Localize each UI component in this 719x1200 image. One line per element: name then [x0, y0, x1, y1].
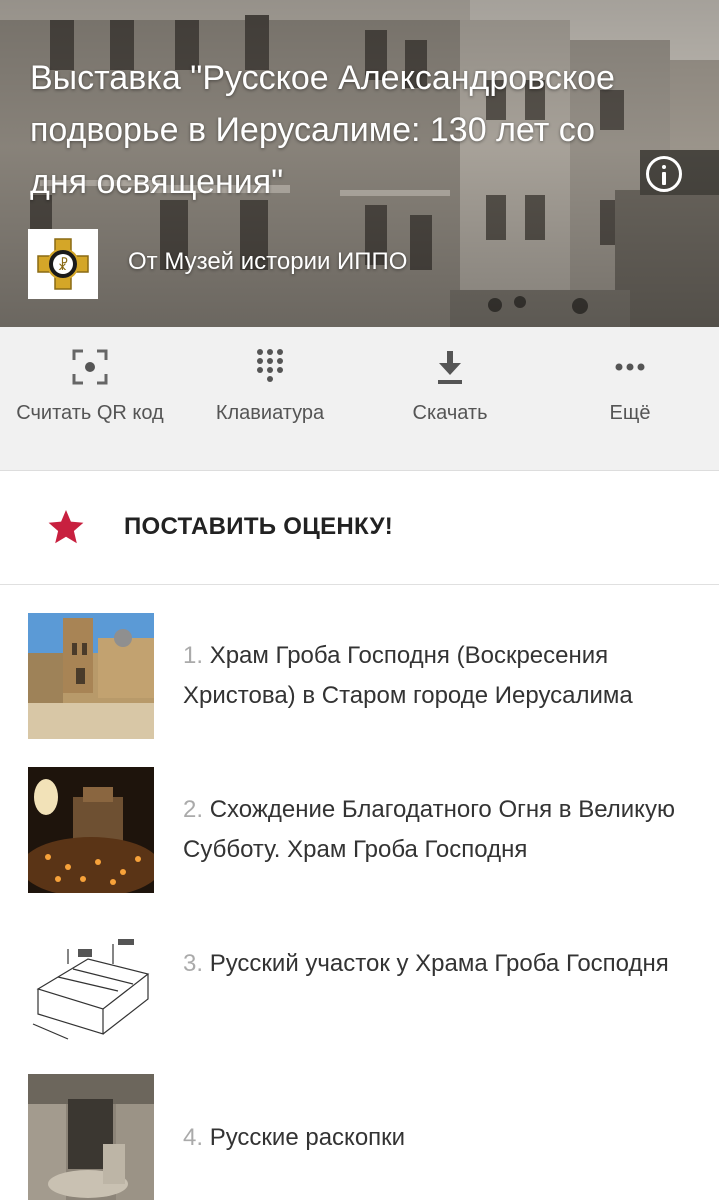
exhibit-item-4[interactable]: 4. Русские раскопки — [0, 1062, 719, 1200]
qr-scan-icon — [72, 349, 108, 385]
scan-qr-label: Считать QR код — [16, 402, 164, 424]
more-button[interactable]: Ещё — [540, 327, 719, 471]
rate-button[interactable]: ПОСТАВИТЬ ОЦЕНКУ! — [0, 471, 719, 584]
keypad-icon — [257, 349, 283, 382]
svg-text:☧: ☧ — [58, 257, 69, 274]
divider — [0, 584, 719, 585]
star-icon — [48, 510, 84, 544]
exhibit-item-1[interactable]: 1. Храм Гроба Господня (Воскресения Хрис… — [0, 600, 719, 750]
exhibit-title-2: 2. Схождение Благодатного Огня в Великую… — [183, 796, 675, 863]
more-dots-icon — [615, 363, 645, 371]
exhibit-thumbnail-1 — [28, 613, 154, 739]
download-label: Скачать — [412, 402, 488, 424]
ippo-emblem-icon: ☧ — [28, 229, 98, 299]
info-icon[interactable] — [646, 156, 682, 192]
exhibit-title-4: 4. Русские раскопки — [183, 1124, 406, 1151]
museum-author[interactable]: От Музей истории ИППО — [128, 248, 407, 276]
exhibit-thumbnail-4 — [28, 1074, 154, 1200]
exhibition-title: Выставка "Русское Александровское подвор… — [30, 59, 615, 201]
keypad-label: Клавиатура — [215, 402, 325, 424]
exhibit-item-2[interactable]: 2. Схождение Благодатного Огня в Великую… — [0, 754, 719, 904]
keypad-button[interactable]: Клавиатура — [180, 327, 360, 471]
download-button[interactable]: Скачать — [360, 327, 540, 471]
exhibit-item-3[interactable]: 3. Русский участок у Храма Гроба Господн… — [0, 916, 719, 1066]
more-label: Ещё — [609, 402, 651, 424]
exhibit-thumbnail-2 — [28, 767, 154, 893]
exhibit-thumbnail-3 — [28, 929, 154, 1055]
action-toolbar: Считать QR код Клавиатура Скачать Ещё — [0, 327, 719, 471]
download-icon — [438, 351, 462, 384]
scan-qr-button[interactable]: Считать QR код — [0, 327, 180, 471]
exhibition-header: Выставка "Русское Александровское подвор… — [0, 0, 719, 327]
museum-logo: ☧ — [28, 229, 98, 299]
exhibit-title-3: 3. Русский участок у Храма Гроба Господн… — [183, 950, 669, 977]
exhibit-title-1: 1. Храм Гроба Господня (Воскресения Хрис… — [183, 642, 633, 709]
rate-label: ПОСТАВИТЬ ОЦЕНКУ! — [124, 513, 394, 540]
